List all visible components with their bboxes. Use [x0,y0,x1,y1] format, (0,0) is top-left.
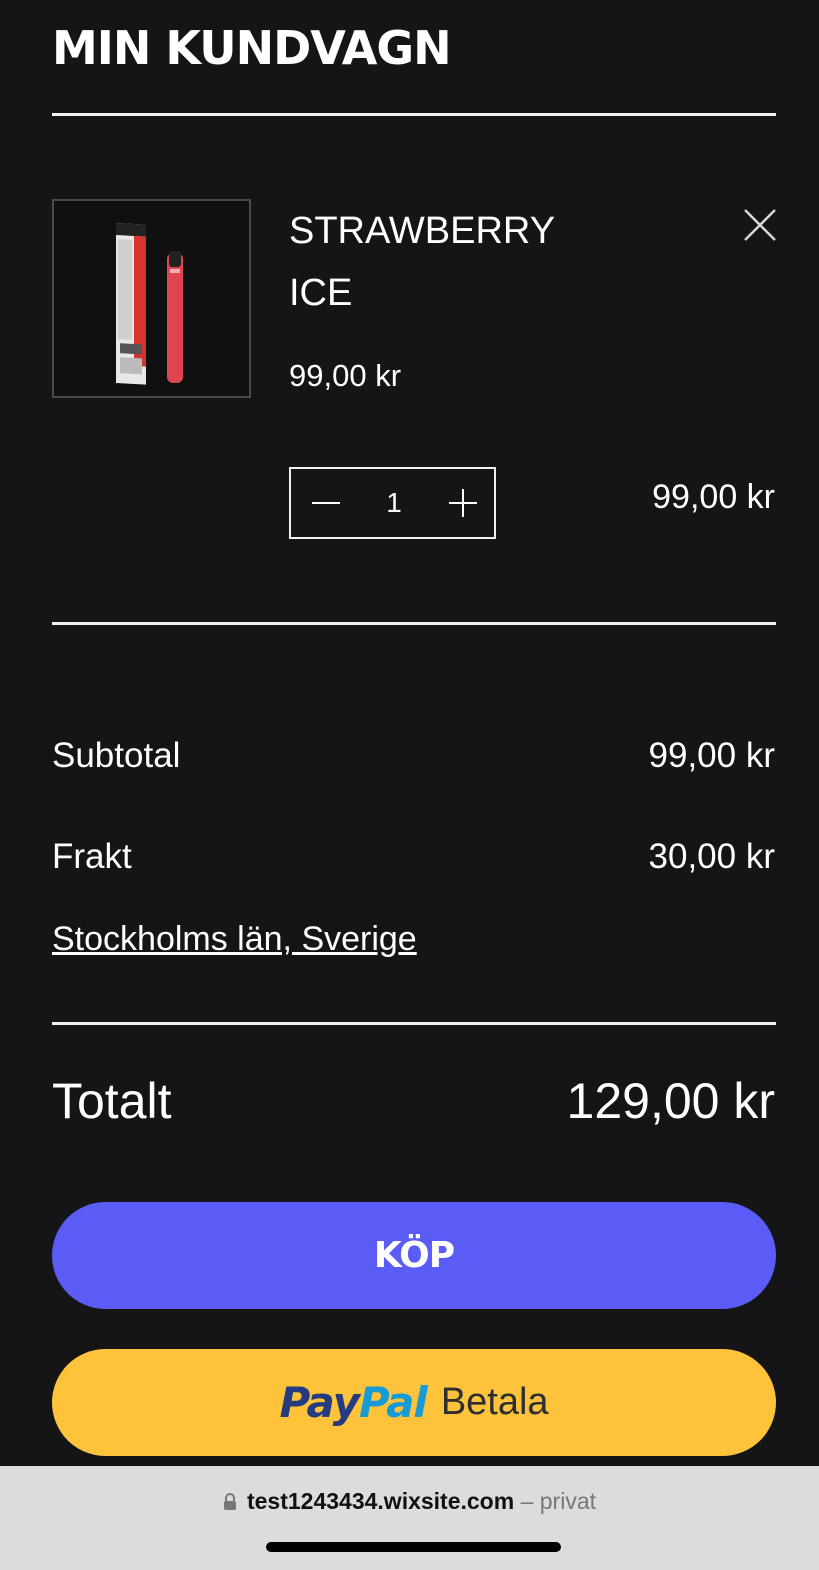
shipping-label: Frakt [52,837,132,876]
quantity-stepper[interactable]: 1 [289,467,496,539]
cart-page: MIN KUNDVAGN STRAWBERRY ICE 99,00 kr 1 9… [0,0,819,1466]
browser-domain: test1243434.wixsite.com [246,1488,515,1514]
remove-item-button[interactable] [742,207,778,243]
shipping-region-link[interactable]: Stockholms län, Sverige [52,920,417,959]
divider [52,113,776,116]
browser-mode: – privat [520,1488,597,1514]
total-label: Totalt [52,1073,172,1129]
paypal-button[interactable]: PayPal Betala [52,1349,776,1456]
product-name[interactable]: STRAWBERRY ICE [289,200,619,324]
buy-button[interactable]: KÖP [52,1202,776,1309]
vape-product-image [54,201,249,396]
plus-icon [449,489,477,517]
product-image[interactable] [52,199,251,398]
browser-url[interactable]: test1243434.wixsite.com – privat [0,1488,819,1517]
paypal-logo-pay: Pay [279,1378,360,1427]
unit-price: 99,00 kr [289,358,402,393]
line-total: 99,00 kr [652,478,775,516]
increase-quantity-button[interactable] [445,483,481,523]
page-title: MIN KUNDVAGN [52,21,452,75]
paypal-logo: PayPal [279,1378,428,1427]
paypal-logo-pal: Pal [358,1378,428,1427]
total-value: 129,00 kr [566,1073,775,1129]
subtotal-label: Subtotal [52,736,181,775]
shipping-value: 30,00 kr [648,837,775,876]
browser-address-bar[interactable] [0,1466,819,1570]
lock-icon [223,1490,237,1517]
subtotal-value: 99,00 kr [648,736,775,775]
decrease-quantity-button[interactable] [309,483,345,523]
minus-icon [312,502,340,504]
home-indicator[interactable] [266,1542,561,1552]
paypal-button-label: Betala [440,1381,549,1423]
close-icon [744,209,776,241]
divider [52,1022,776,1025]
divider [52,622,776,625]
quantity-value[interactable]: 1 [361,469,427,537]
